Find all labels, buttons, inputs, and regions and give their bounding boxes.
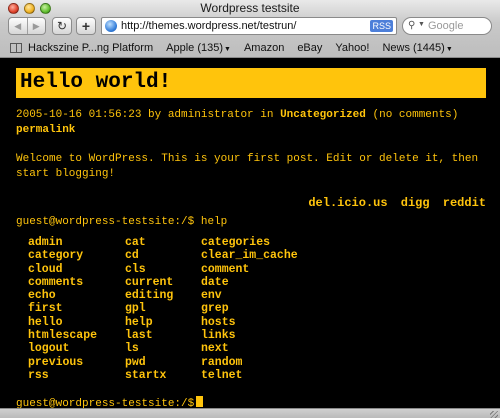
- social-links: del.icio.us digg reddit: [302, 196, 486, 210]
- browser-window: Wordpress testsite ◀ ▶ ↻ + http://themes…: [0, 0, 500, 418]
- search-field[interactable]: ⚲ ▼ Google: [402, 17, 492, 35]
- chevron-down-icon: ▼: [445, 45, 453, 53]
- bookmarks-bar: Hackszine P...ng Platform Apple (135)▼ A…: [0, 39, 500, 56]
- terminal-prompt: guest@wordpress-testsite:/$: [16, 398, 195, 408]
- command-row: comments current date: [28, 276, 298, 289]
- command-item: comments: [28, 275, 84, 289]
- command-row: logout ls next: [28, 342, 298, 355]
- command-item: help: [125, 315, 153, 329]
- search-placeholder: Google: [428, 20, 464, 32]
- command-row: htmlescape last links: [28, 329, 298, 342]
- reddit-link[interactable]: reddit: [443, 196, 486, 210]
- post-meta: 2005-10-16 01:56:23 by administrator in …: [16, 108, 486, 138]
- post-author-text: by administrator in: [148, 109, 274, 121]
- terminal-prompt: guest@wordpress-testsite:/$: [16, 216, 195, 228]
- command-row: admin cat categories: [28, 236, 298, 249]
- magnifier-icon: ⚲: [408, 20, 416, 31]
- help-command-list: admin cat categories category cd clear_im_cac…: [28, 236, 298, 382]
- post-title[interactable]: Hello world!: [16, 68, 486, 98]
- bookmark-folder[interactable]: News (1445)▼: [382, 42, 452, 54]
- reload-icon: ↻: [56, 19, 68, 33]
- command-item: previous: [28, 355, 84, 369]
- command-item: next: [201, 342, 229, 356]
- url-text[interactable]: http://themes.wordpress.net/testrun/: [121, 20, 296, 32]
- browser-chrome: Wordpress testsite ◀ ▶ ↻ + http://themes…: [0, 0, 500, 58]
- command-row: rss startx telnet: [28, 369, 298, 382]
- post-date: 2005-10-16 01:56:23: [16, 109, 142, 121]
- command-item: logout: [28, 342, 70, 356]
- bookmark-item[interactable]: eBay: [297, 42, 322, 54]
- command-row: echo editing env: [28, 289, 298, 302]
- globe-icon: [105, 20, 117, 32]
- history-nav: ◀ ▶: [8, 17, 46, 35]
- command-item: last: [125, 329, 153, 343]
- command-item: hosts: [201, 315, 236, 329]
- post-body: Welcome to WordPress. This is your first…: [16, 153, 479, 180]
- resize-grip-icon[interactable]: [490, 411, 498, 418]
- command-row: previous pwd random: [28, 356, 298, 369]
- command-item: first: [28, 302, 63, 316]
- command-item: startx: [125, 368, 167, 382]
- back-arrow-icon[interactable]: ◀: [9, 18, 27, 34]
- command-item: clear_im_cache: [201, 249, 298, 263]
- delicious-link[interactable]: del.icio.us: [308, 196, 387, 210]
- rss-button[interactable]: RSS: [370, 20, 393, 32]
- command-item: htmlescape: [28, 329, 98, 343]
- reload-button[interactable]: ↻: [52, 17, 72, 35]
- permalink-link[interactable]: permalink: [16, 124, 75, 136]
- book-icon[interactable]: [10, 42, 22, 53]
- command-item: current: [125, 275, 174, 289]
- command-row: category cd clear_im_cache: [28, 249, 298, 262]
- command-row: hello help hosts: [28, 316, 298, 329]
- command-item: cls: [125, 262, 146, 276]
- title-bar: Wordpress testsite: [0, 0, 500, 16]
- command-item: telnet: [201, 368, 243, 382]
- command-row: cloud cls comment: [28, 263, 298, 276]
- chevron-down-icon: ▼: [224, 45, 231, 53]
- command-item: ls: [125, 342, 139, 356]
- terminal-cursor[interactable]: [196, 396, 204, 407]
- command-item: categories: [201, 236, 271, 249]
- command-item: category: [28, 249, 84, 263]
- command-item: env: [201, 289, 222, 303]
- command-item: pwd: [125, 355, 146, 369]
- command-item: admin: [28, 236, 63, 249]
- toolbar: ◀ ▶ ↻ + http://themes.wordpress.net/test…: [0, 16, 500, 38]
- bookmark-folder[interactable]: Apple (135)▼: [166, 42, 231, 54]
- add-bookmark-button[interactable]: +: [76, 17, 96, 35]
- forward-arrow-icon[interactable]: ▶: [26, 18, 46, 34]
- page-content: Hello world! 2005-10-16 01:56:23 by admi…: [0, 58, 500, 408]
- terminal-input-line[interactable]: guest@wordpress-testsite:/$: [16, 396, 204, 408]
- terminal-history-line: guest@wordpress-testsite:/$ help: [16, 216, 227, 228]
- command-row: first gpl grep: [28, 302, 298, 315]
- window-title: Wordpress testsite: [200, 1, 300, 15]
- command-item: random: [201, 355, 243, 369]
- command-item: echo: [28, 289, 56, 303]
- command-item: cat: [125, 236, 146, 249]
- bookmark-item[interactable]: Amazon: [244, 42, 284, 54]
- post-title-banner: Hello world!: [16, 68, 486, 98]
- category-link[interactable]: Uncategorized: [280, 109, 366, 121]
- bookmark-item[interactable]: Yahoo!: [335, 42, 369, 54]
- chevron-down-icon[interactable]: ▼: [418, 21, 425, 28]
- command-item: cd: [125, 249, 139, 263]
- command-item: rss: [28, 368, 49, 382]
- terminal-command: help: [200, 216, 228, 228]
- command-item: editing: [125, 289, 174, 303]
- command-item: comment: [201, 262, 250, 276]
- address-bar[interactable]: http://themes.wordpress.net/testrun/ RSS: [101, 17, 397, 35]
- command-item: date: [201, 275, 229, 289]
- command-item: cloud: [28, 262, 63, 276]
- command-item: gpl: [125, 302, 146, 316]
- command-item: hello: [28, 315, 63, 329]
- plus-icon: +: [81, 18, 91, 34]
- comments-count: (no comments): [372, 109, 459, 121]
- command-item: grep: [201, 302, 229, 316]
- digg-link[interactable]: digg: [401, 196, 430, 210]
- command-item: links: [201, 329, 236, 343]
- bookmark-item[interactable]: Hackszine P...ng Platform: [28, 42, 153, 54]
- status-bar: [0, 408, 500, 418]
